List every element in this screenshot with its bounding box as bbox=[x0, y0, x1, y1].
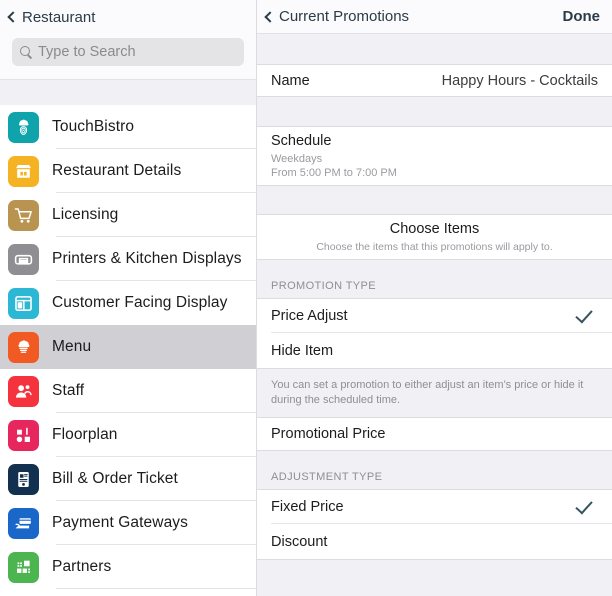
schedule-card: Schedule Weekdays From 5:00 PM to 7:00 P… bbox=[257, 126, 612, 186]
sidebar-item-customer-facing-display[interactable]: Customer Facing Display bbox=[0, 281, 256, 325]
option-label: Discount bbox=[271, 533, 328, 550]
sidebar-item-label: Printers & Kitchen Displays bbox=[52, 250, 242, 267]
spacer-above-name bbox=[257, 34, 612, 64]
list-divider bbox=[56, 588, 256, 589]
sidebar-item-label: Payment Gateways bbox=[52, 514, 188, 531]
shopping-cart-icon bbox=[8, 199, 39, 231]
name-row-label: Name bbox=[271, 72, 310, 89]
sidebar-item-payment-gateways[interactable]: Payment Gateways bbox=[0, 501, 256, 545]
adjustment-type-option-fixed-price[interactable]: Fixed Price bbox=[257, 490, 612, 524]
sidebar-item-partners[interactable]: Partners bbox=[0, 545, 256, 589]
sidebar-item-label: Floorplan bbox=[52, 426, 118, 443]
promotion-type-option-price-adjust[interactable]: Price Adjust bbox=[257, 299, 612, 333]
chef-hat-icon bbox=[8, 331, 39, 363]
app-root: Restaurant Type to Search TouchBistro Re… bbox=[0, 0, 612, 596]
checkmark-icon bbox=[575, 305, 593, 323]
sidebar-item-licensing[interactable]: Licensing bbox=[0, 193, 256, 237]
bill-ticket-icon bbox=[8, 463, 39, 495]
adjustment-type-header: ADJUSTMENT TYPE bbox=[257, 451, 612, 489]
detail-header: Current Promotions Done bbox=[257, 0, 612, 34]
chevron-left-icon bbox=[264, 10, 276, 23]
schedule-row[interactable]: Schedule Weekdays From 5:00 PM to 7:00 P… bbox=[257, 127, 612, 185]
storefront-icon bbox=[8, 155, 39, 187]
spacer-above-choose-items bbox=[257, 186, 612, 214]
sidebar-item-label: Bill & Order Ticket bbox=[52, 470, 178, 487]
sidebar-item-floorplan[interactable]: Floorplan bbox=[0, 413, 256, 457]
sidebar-item-touchbistro[interactable]: TouchBistro bbox=[0, 105, 256, 149]
staff-people-icon bbox=[8, 375, 39, 407]
floorplan-icon bbox=[8, 419, 39, 451]
search-placeholder: Type to Search bbox=[38, 44, 136, 60]
credit-card-hand-icon bbox=[8, 507, 39, 539]
sidebar-back-button[interactable]: Restaurant bbox=[7, 8, 96, 26]
sidebar-item-label: TouchBistro bbox=[52, 118, 135, 135]
choose-items-subtitle: Choose the items that this promotions wi… bbox=[316, 241, 553, 253]
chef-hat-fingerprint-icon bbox=[8, 111, 39, 143]
sidebar-item-staff[interactable]: Staff bbox=[0, 369, 256, 413]
search-container: Type to Search bbox=[0, 34, 256, 80]
choose-items-title: Choose Items bbox=[389, 221, 480, 237]
option-label: Price Adjust bbox=[271, 308, 348, 324]
display-layout-icon bbox=[8, 287, 39, 319]
search-icon bbox=[20, 46, 32, 58]
sidebar-nav-list: TouchBistro Restaurant Details Licensing… bbox=[0, 105, 256, 589]
promotion-type-card: Price Adjust Hide Item bbox=[257, 298, 612, 369]
partners-grid-icon bbox=[8, 551, 39, 583]
name-row[interactable]: Name Happy Hours - Cocktails bbox=[257, 65, 612, 96]
detail-title: Current Promotions bbox=[279, 8, 410, 25]
adjustment-type-card: Fixed Price Discount bbox=[257, 489, 612, 560]
choose-items-card: Choose Items Choose the items that this … bbox=[257, 214, 612, 260]
sidebar-item-label: Staff bbox=[52, 382, 85, 399]
name-row-value: Happy Hours - Cocktails bbox=[441, 72, 598, 89]
chevron-left-icon bbox=[7, 11, 19, 23]
promotional-price-label: Promotional Price bbox=[271, 426, 386, 442]
done-button[interactable]: Done bbox=[563, 8, 601, 25]
sidebar-item-menu[interactable]: Menu bbox=[0, 325, 256, 369]
sidebar-item-label: Licensing bbox=[52, 206, 119, 223]
detail-panel: Current Promotions Done Name Happy Hours… bbox=[256, 0, 612, 596]
sidebar: Restaurant Type to Search TouchBistro Re… bbox=[0, 0, 256, 596]
option-label: Fixed Price bbox=[271, 499, 344, 515]
promotion-type-header: PROMOTION TYPE bbox=[257, 260, 612, 298]
sidebar-item-restaurant-details[interactable]: Restaurant Details bbox=[0, 149, 256, 193]
sidebar-spacer bbox=[0, 80, 256, 105]
choose-items-button[interactable]: Choose Items Choose the items that this … bbox=[257, 215, 612, 259]
promotional-price-row[interactable]: Promotional Price bbox=[257, 418, 612, 450]
sidebar-item-label: Menu bbox=[52, 338, 92, 355]
sidebar-header: Restaurant bbox=[0, 0, 256, 34]
schedule-line-1: Weekdays bbox=[271, 152, 323, 165]
sidebar-item-bill-order-ticket[interactable]: Bill & Order Ticket bbox=[0, 457, 256, 501]
sidebar-item-printers-kitchen-displays[interactable]: Printers & Kitchen Displays bbox=[0, 237, 256, 281]
printer-icon bbox=[8, 243, 39, 275]
detail-back-button[interactable]: Current Promotions bbox=[264, 8, 410, 25]
promotion-type-footnote: You can set a promotion to either adjust… bbox=[257, 369, 612, 417]
option-label: Hide Item bbox=[271, 342, 334, 359]
schedule-title: Schedule bbox=[271, 132, 332, 149]
sidebar-item-label: Customer Facing Display bbox=[52, 294, 228, 311]
promotional-price-card: Promotional Price bbox=[257, 417, 612, 451]
adjustment-type-option-discount[interactable]: Discount bbox=[257, 524, 612, 559]
spacer-above-schedule bbox=[257, 97, 612, 126]
checkmark-icon bbox=[575, 496, 593, 514]
promotion-type-option-hide-item[interactable]: Hide Item bbox=[257, 333, 612, 368]
search-input[interactable]: Type to Search bbox=[12, 38, 244, 66]
sidebar-item-label: Restaurant Details bbox=[52, 162, 182, 179]
schedule-line-2: From 5:00 PM to 7:00 PM bbox=[271, 166, 397, 179]
name-card: Name Happy Hours - Cocktails bbox=[257, 64, 612, 97]
sidebar-back-label: Restaurant bbox=[22, 8, 96, 26]
sidebar-item-label: Partners bbox=[52, 558, 112, 575]
